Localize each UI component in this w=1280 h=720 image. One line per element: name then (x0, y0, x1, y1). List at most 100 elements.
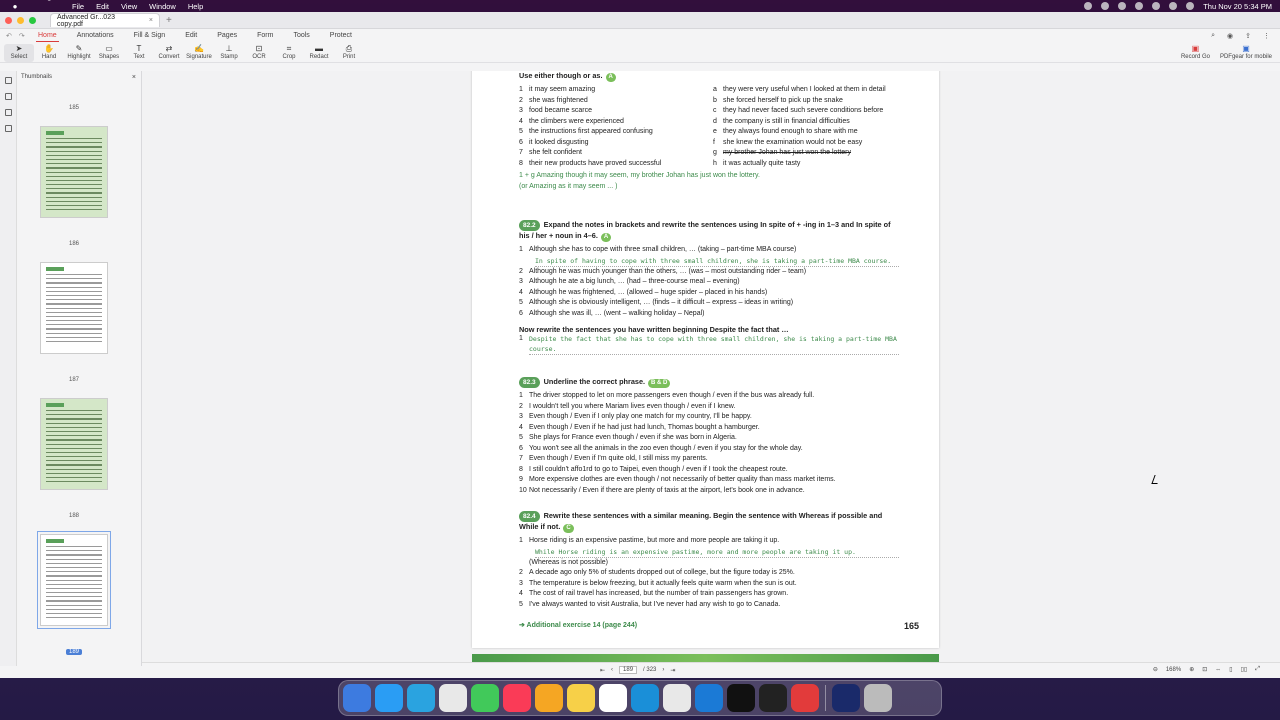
signature-tool[interactable]: ✍ Signature (184, 44, 214, 62)
crop-icon: ⌗ (286, 44, 292, 53)
dock-terminal-icon[interactable] (759, 684, 787, 712)
dock-notes-icon[interactable] (567, 684, 595, 712)
dock-desktop-icon[interactable] (832, 684, 860, 712)
tab-protect[interactable]: Protect (320, 32, 362, 39)
status-icon[interactable] (1101, 2, 1110, 10)
apple-icon[interactable]: ● (10, 2, 20, 11)
attachment-icon[interactable] (4, 125, 12, 132)
first-page-icon[interactable]: ⇤ (600, 667, 605, 674)
dock-finder-icon[interactable] (343, 684, 371, 712)
undo-icon[interactable]: ↶ (6, 32, 12, 40)
wifi-icon[interactable] (1152, 2, 1161, 10)
fit-page-icon[interactable]: ⊡ (1202, 666, 1207, 673)
status-icon[interactable] (1118, 2, 1127, 10)
thumbnails-icon[interactable] (4, 77, 12, 84)
single-page-icon[interactable]: ▯ (1229, 666, 1232, 673)
mobile-button[interactable]: ▣ PDFgear for mobile (1218, 44, 1274, 62)
status-icon[interactable] (1135, 2, 1144, 10)
more-icon[interactable]: ⋮ (1263, 32, 1270, 40)
menu-view[interactable]: View (121, 2, 137, 11)
page-input[interactable]: 189 (619, 666, 638, 674)
tab-tools[interactable]: Tools (283, 32, 319, 39)
print-tool[interactable]: ⎙ Print (334, 44, 364, 62)
zoom-out-icon[interactable]: ⊖ (1153, 666, 1158, 673)
search-icon[interactable]: ⌕ (1211, 32, 1215, 40)
dock-slack-icon[interactable] (663, 684, 691, 712)
document-canvas[interactable]: Use either though or as. A 1 it may seem a… (142, 71, 1280, 662)
select-tool[interactable]: ➤ Select (4, 44, 34, 62)
tab-fill-sign[interactable]: Fill & Sign (124, 32, 176, 39)
level-badge: C (563, 524, 574, 533)
stamp-tool[interactable]: ⊥ Stamp (214, 44, 244, 62)
clock[interactable]: Thu Nov 20 5:34 PM (1203, 2, 1272, 11)
dock-safari-icon[interactable] (375, 684, 403, 712)
comment-icon[interactable] (4, 109, 12, 116)
menu-edit[interactable]: Edit (96, 2, 109, 11)
crop-tool[interactable]: ⌗ Crop (274, 44, 304, 62)
tab-annotations[interactable]: Annotations (67, 32, 124, 39)
dock-trash-icon[interactable] (864, 684, 892, 712)
exercise-82-2: 82.2 Expand the notes in brackets and rew… (519, 220, 899, 355)
dock-telegram-icon[interactable] (407, 684, 435, 712)
ocr-tool[interactable]: ⊡ OCR (244, 44, 274, 62)
page-thumbnail[interactable] (37, 531, 111, 629)
bookmark-icon[interactable] (4, 93, 12, 100)
dock-pdfgear-icon[interactable] (791, 684, 819, 712)
dock-chrome-icon[interactable] (439, 684, 467, 712)
page-thumbnail[interactable] (40, 398, 108, 490)
prev-page-icon[interactable]: ‹ (611, 667, 613, 673)
search-icon[interactable] (1186, 2, 1195, 10)
dock-chatgpt-icon[interactable] (727, 684, 755, 712)
tab-form[interactable]: Form (247, 32, 283, 39)
record-go-button[interactable]: ▣ Record Go (1179, 44, 1212, 62)
item-number: 4 (519, 590, 523, 597)
redo-icon[interactable]: ↷ (19, 32, 25, 40)
new-tab-icon[interactable]: + (166, 15, 172, 26)
dock-calendar-icon[interactable] (599, 684, 627, 712)
item-text: it looked disgusting (529, 138, 589, 146)
zoom-level[interactable]: 168% (1166, 667, 1181, 673)
close-tab-icon[interactable]: × (149, 17, 153, 24)
shapes-tool[interactable]: ▭ Shapes (94, 44, 124, 62)
menu-window[interactable]: Window (149, 2, 176, 11)
close-window-button[interactable] (5, 16, 12, 24)
tab-home[interactable]: Home (28, 32, 67, 42)
dock-messages-icon[interactable] (471, 684, 499, 712)
item-text: You won't see all the animals in the zoo… (529, 444, 803, 452)
share-icon[interactable]: ⇪ (1245, 32, 1251, 40)
item-text: my brother Johan has just won the lotter… (723, 149, 852, 156)
fullscreen-icon[interactable]: ⤢ (1255, 666, 1260, 673)
page-thumbnail[interactable] (40, 126, 108, 218)
battery-icon[interactable] (1169, 2, 1178, 10)
dock-music-icon[interactable] (503, 684, 531, 712)
status-bar: ⇤ ‹ 189 / 323 › ⇥ ⊖ 168% ⊕ ⊡ ⇔ ▯ ▯▯ ⤢ (142, 662, 1280, 678)
dock-photos-icon[interactable] (535, 684, 563, 712)
page-thumbnail[interactable] (40, 262, 108, 354)
minimize-window-button[interactable] (17, 16, 24, 24)
next-page-icon[interactable]: › (662, 667, 664, 673)
list-item: 2 Although he was much younger than the o… (519, 267, 899, 278)
convert-tool[interactable]: ⇄ Convert (154, 44, 184, 62)
hand-tool[interactable]: ✋ Hand (34, 44, 64, 62)
tab-pages[interactable]: Pages (207, 32, 247, 39)
two-page-icon[interactable]: ▯▯ (1241, 666, 1248, 673)
zoom-in-icon[interactable]: ⊕ (1189, 666, 1194, 673)
tab-edit[interactable]: Edit (175, 32, 207, 39)
redact-tool[interactable]: ▬ Redact (304, 44, 334, 62)
dock-qb-icon[interactable] (695, 684, 723, 712)
close-panel-icon[interactable]: × (132, 74, 136, 81)
additional-exercise-link[interactable]: ➔ Additional exercise 14 (page 244) (519, 621, 637, 631)
document-tab[interactable]: Advanced Gr...023 copy.pdf × (50, 13, 160, 28)
fit-width-icon[interactable]: ⇔ (1215, 667, 1221, 673)
highlight-tool[interactable]: ✎ Highlight (64, 44, 94, 62)
status-icon[interactable] (1084, 2, 1093, 10)
list-item: 4 Although he was frightened, … (allowed … (519, 288, 899, 299)
menu-help[interactable]: Help (188, 2, 203, 11)
dock-scrivener-icon[interactable] (631, 684, 659, 712)
item-number: 1 (519, 392, 523, 399)
menu-file[interactable]: File (72, 2, 84, 11)
text-tool[interactable]: T Text (124, 44, 154, 62)
zoom-window-button[interactable] (29, 16, 36, 24)
last-page-icon[interactable]: ⇥ (670, 667, 675, 674)
account-icon[interactable]: ◉ (1227, 32, 1233, 40)
